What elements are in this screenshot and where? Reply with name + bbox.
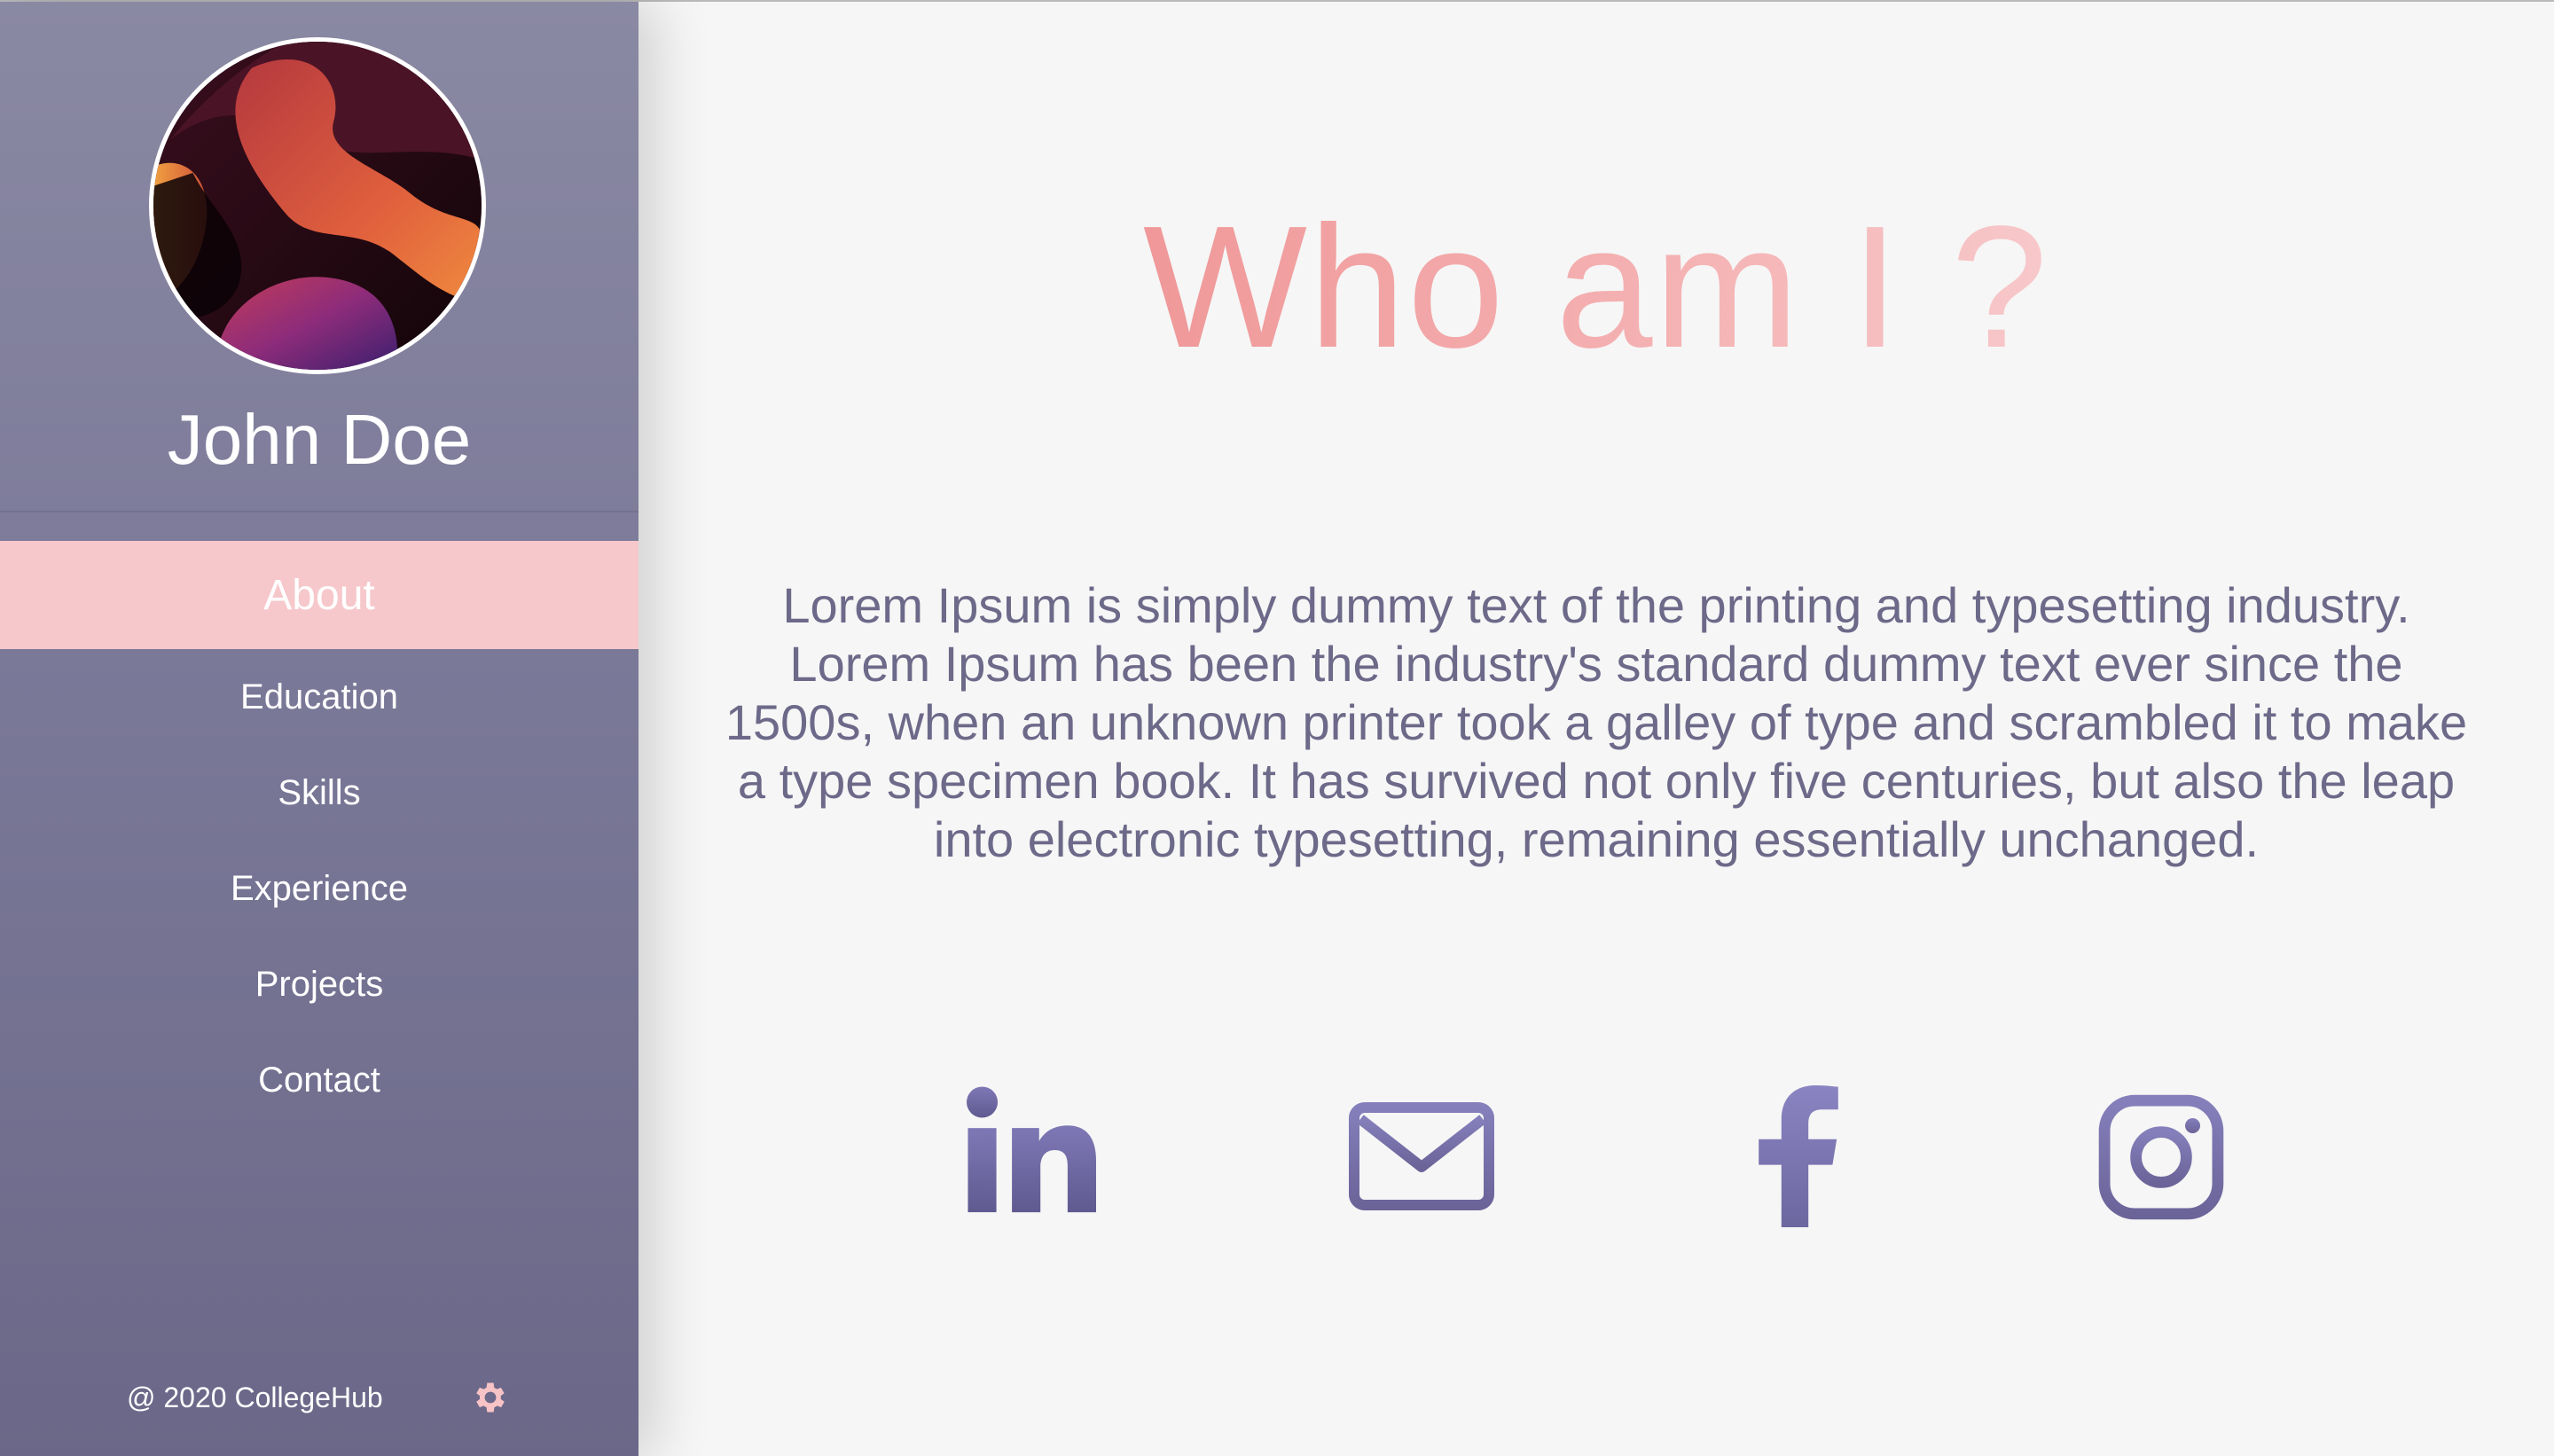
nav-item-experience[interactable]: Experience	[0, 841, 638, 936]
linkedin-icon[interactable]	[967, 1085, 1096, 1215]
sidebar: John Doe About Education Skills Experien…	[0, 2, 638, 1456]
nav-item-about[interactable]: About	[0, 541, 638, 649]
sidebar-footer: @ 2020 CollegeHub	[0, 1367, 638, 1429]
nav-item-education[interactable]: Education	[0, 649, 638, 745]
nav-item-contact[interactable]: Contact	[0, 1032, 638, 1128]
mail-icon[interactable]	[1348, 1101, 1495, 1211]
sidebar-nav: About Education Skills Experience Projec…	[0, 541, 638, 1128]
page-title-text: Who am I ?	[1142, 190, 2050, 384]
bio-text: Lorem Ipsum is simply dummy text of the …	[725, 577, 2468, 867]
page: John Doe About Education Skills Experien…	[0, 0, 2554, 1456]
copyright-text: @ 2020 CollegeHub	[127, 1382, 383, 1413]
avatar	[149, 37, 486, 374]
page-title: Who am I ?	[638, 190, 2554, 385]
avatar-image	[153, 42, 482, 370]
nav-item-projects[interactable]: Projects	[0, 936, 638, 1032]
profile-name: John Doe	[167, 400, 472, 479]
nav-item-skills[interactable]: Skills	[0, 745, 638, 841]
facebook-icon[interactable]	[1756, 1085, 1841, 1227]
gear-icon[interactable]	[471, 1378, 510, 1417]
instagram-icon[interactable]	[2098, 1094, 2224, 1220]
sidebar-divider	[0, 511, 638, 513]
social-links	[638, 1075, 2554, 1234]
main-content: Who am I ? Lorem Ipsum is simply dummy t…	[638, 2, 2554, 1456]
